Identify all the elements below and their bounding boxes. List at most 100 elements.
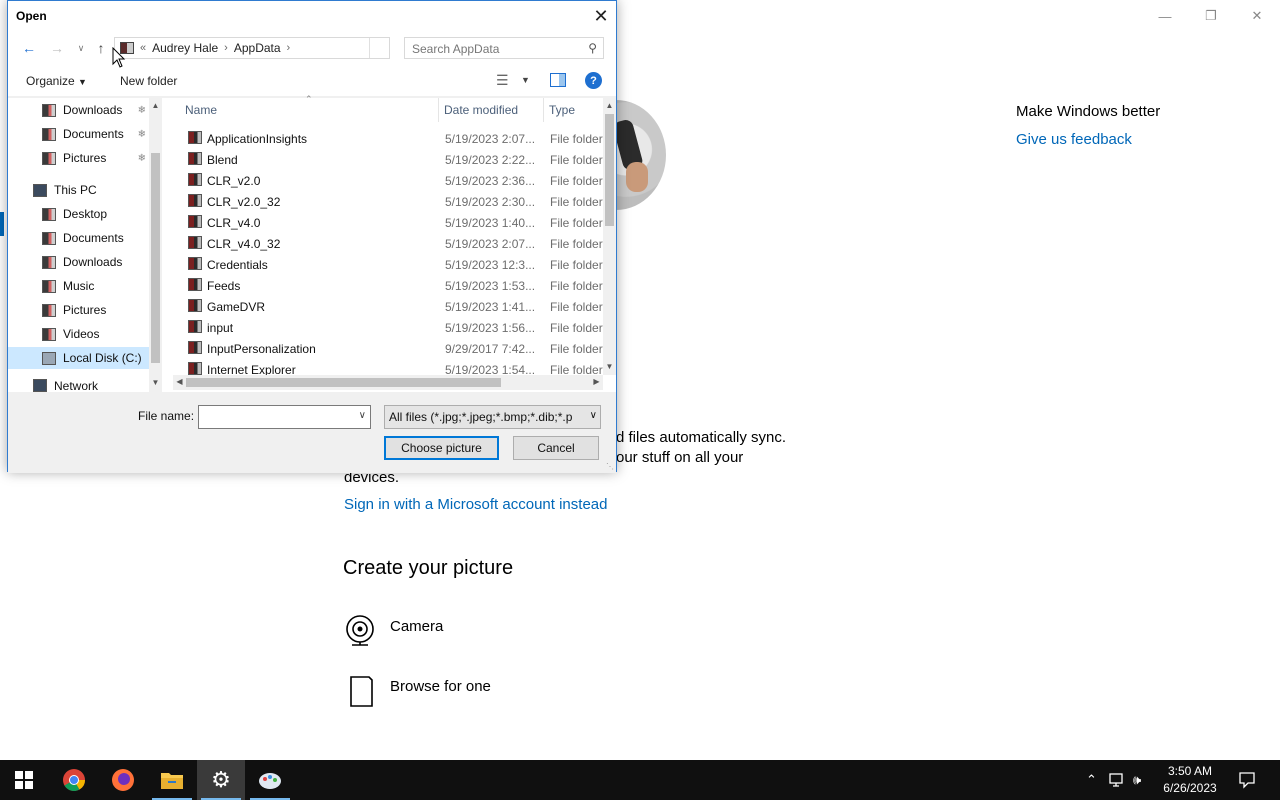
search-input[interactable]: Search AppData ⚲	[404, 37, 604, 59]
nav-item-videos[interactable]: Videos	[8, 323, 150, 345]
scroll-down-arrow-icon[interactable]: ▼	[603, 362, 616, 371]
horizontal-scroll-thumb[interactable]	[186, 378, 501, 387]
file-type-filter-select[interactable]: All files (*.jpg;*.jpeg;*.bmp;*.dib;*.p …	[384, 405, 601, 429]
browse-option[interactable]: Browse for one	[343, 674, 491, 710]
file-row[interactable]: Credentials 5/19/2023 12:3... File folde…	[183, 254, 603, 275]
breadcrumb-separator-icon[interactable]: ›	[224, 42, 228, 54]
file-name-dropdown-icon[interactable]: ∨	[359, 410, 366, 421]
resize-grip-icon[interactable]: ⋱	[606, 462, 614, 471]
close-window-button[interactable]: ✕	[1234, 4, 1280, 28]
signin-microsoft-link[interactable]: Sign in with a Microsoft account instead	[344, 496, 607, 513]
nav-item-documents[interactable]: Documents	[8, 227, 150, 249]
address-dropdown[interactable]	[369, 38, 389, 58]
taskbar-firefox[interactable]	[99, 760, 147, 800]
scroll-right-arrow-icon[interactable]: ▶	[590, 377, 603, 386]
dialog-titlebar[interactable]: Open ✕	[8, 1, 616, 31]
up-arrow-icon[interactable]: ↑	[92, 39, 110, 57]
notifications-icon[interactable]	[1238, 760, 1256, 800]
filter-dropdown-icon: ∨	[587, 410, 597, 421]
nav-item-documents-pinned[interactable]: Documents ❄	[8, 123, 150, 145]
minimize-button[interactable]: —	[1142, 4, 1188, 28]
file-row[interactable]: CLR_v4.0 5/19/2023 1:40... File folder	[183, 212, 603, 233]
new-folder-button[interactable]: New folder	[120, 74, 177, 88]
breadcrumb-audrey-hale[interactable]: Audrey Hale	[152, 41, 218, 55]
forward-arrow-icon[interactable]: →	[48, 39, 66, 57]
nav-scroll-thumb[interactable]	[151, 153, 160, 363]
file-row[interactable]: Internet Explorer 5/19/2023 1:54... File…	[183, 359, 603, 375]
address-bar[interactable]: « Audrey Hale › AppData ›	[114, 37, 390, 59]
nav-item-music[interactable]: Music	[8, 275, 150, 297]
breadcrumb-expand-icon[interactable]: ›	[287, 42, 291, 54]
taskbar-chrome[interactable]	[50, 760, 98, 800]
cancel-button[interactable]: Cancel	[513, 436, 599, 460]
file-row[interactable]: InputPersonalization 9/29/2017 7:42... F…	[183, 338, 603, 359]
change-view-icon[interactable]: ☰	[496, 72, 509, 89]
file-row[interactable]: Blend 5/19/2023 2:22... File folder	[183, 149, 603, 170]
restore-button[interactable]: ❐	[1188, 4, 1234, 28]
breadcrumb-overflow[interactable]: «	[140, 42, 146, 54]
file-row[interactable]: ApplicationInsights 5/19/2023 2:07... Fi…	[183, 128, 603, 149]
mouse-cursor-icon	[112, 47, 126, 68]
file-row[interactable]: CLR_v4.0_32 5/19/2023 2:07... File folde…	[183, 233, 603, 254]
chrome-icon	[63, 769, 85, 791]
recent-locations-chevron-icon[interactable]: ∨	[72, 39, 90, 57]
column-separator[interactable]	[438, 98, 439, 122]
nav-selection-indicator	[0, 212, 4, 236]
column-header-name[interactable]: Name	[185, 103, 217, 117]
nav-item-local-disk[interactable]: Local Disk (C:)	[8, 347, 150, 369]
taskbar-settings[interactable]: ⚙	[197, 760, 245, 800]
scroll-up-arrow-icon[interactable]: ▲	[149, 101, 162, 110]
give-feedback-link[interactable]: Give us feedback	[1016, 131, 1132, 148]
nav-item-this-pc[interactable]: This PC	[8, 179, 150, 201]
file-date: 9/29/2017 7:42...	[445, 342, 536, 356]
nav-item-pictures[interactable]: Pictures	[8, 299, 150, 321]
show-hidden-icons-icon[interactable]: ⌃	[1086, 760, 1097, 800]
file-row[interactable]: CLR_v2.0 5/19/2023 2:36... File folder	[183, 170, 603, 191]
create-picture-heading: Create your picture	[343, 557, 514, 579]
system-clock[interactable]: 3:50 AM 6/26/2023	[1152, 763, 1228, 797]
nav-scrollbar[interactable]: ▲ ▼	[149, 98, 162, 392]
taskbar-file-explorer[interactable]	[148, 760, 196, 800]
camera-option[interactable]: Camera	[343, 614, 443, 648]
scroll-left-arrow-icon[interactable]: ◀	[173, 377, 186, 386]
help-icon[interactable]: ?	[585, 72, 602, 89]
file-row[interactable]: CLR_v2.0_32 5/19/2023 2:30... File folde…	[183, 191, 603, 212]
column-header-date[interactable]: Date modified	[444, 103, 518, 117]
file-list-scroll-thumb[interactable]	[605, 114, 614, 226]
file-row[interactable]: GameDVR 5/19/2023 1:41... File folder	[183, 296, 603, 317]
back-arrow-icon[interactable]: ←	[20, 39, 38, 57]
dialog-close-icon[interactable]: ✕	[586, 1, 616, 31]
volume-icon[interactable]: 🕪	[1133, 760, 1141, 800]
file-row[interactable]: Feeds 5/19/2023 1:53... File folder	[183, 275, 603, 296]
navigation-pane[interactable]: Downloads ❄ Documents ❄ Pictures ❄ This …	[8, 98, 162, 392]
file-list-scrollbar[interactable]: ▲ ▼	[603, 98, 616, 375]
nav-item-downloads[interactable]: Downloads	[8, 251, 150, 273]
nav-item-network[interactable]: Network	[8, 379, 150, 392]
dialog-footer: File name: ∨ All files (*.jpg;*.jpeg;*.b…	[8, 393, 616, 473]
nav-item-downloads-pinned[interactable]: Downloads ❄	[8, 99, 150, 121]
network-tray-icon[interactable]	[1108, 760, 1126, 800]
scroll-up-arrow-icon[interactable]: ▲	[603, 101, 616, 110]
breadcrumb-appdata[interactable]: AppData	[234, 41, 281, 55]
column-separator[interactable]	[543, 98, 544, 122]
file-name-input[interactable]: ∨	[198, 405, 371, 429]
organize-button[interactable]: Organize ▼	[26, 74, 87, 88]
nav-item-desktop[interactable]: Desktop	[8, 203, 150, 225]
start-button[interactable]	[0, 760, 48, 800]
network-icon	[33, 379, 47, 392]
scroll-down-arrow-icon[interactable]: ▼	[149, 378, 162, 387]
folder-icon	[188, 257, 202, 270]
preview-pane-icon[interactable]	[550, 73, 566, 90]
folder-icon	[188, 362, 202, 375]
nav-label: Local Disk (C:)	[63, 351, 142, 365]
file-row[interactable]: input 5/19/2023 1:56... File folder	[183, 317, 603, 338]
view-options-dropdown-icon[interactable]: ▼	[521, 75, 530, 85]
file-name: CLR_v2.0_32	[207, 195, 281, 209]
choose-picture-button[interactable]: Choose picture	[384, 436, 499, 460]
organize-dropdown-icon: ▼	[78, 77, 87, 87]
column-header-type[interactable]: Type	[549, 103, 575, 117]
taskbar-paint[interactable]	[246, 760, 294, 800]
nav-item-pictures-pinned[interactable]: Pictures ❄	[8, 147, 150, 169]
file-list-horizontal-scrollbar[interactable]: ◀ ▶	[173, 375, 603, 390]
pictures-icon	[42, 151, 56, 165]
